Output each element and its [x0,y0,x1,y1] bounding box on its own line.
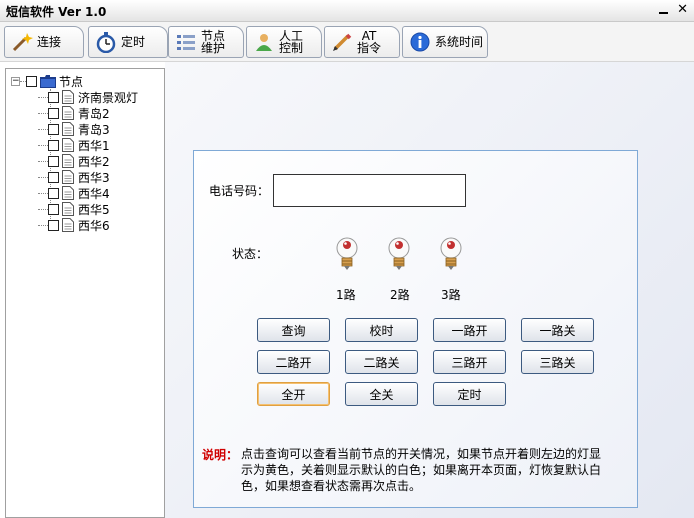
tab-node-maintenance[interactable]: 节点 维护 [168,26,244,58]
tree-item-label: 济南景观灯 [78,90,139,105]
all-off-button[interactable]: 全关 [345,382,418,406]
tree-item[interactable]: 青岛3 [38,121,110,137]
route-label-1: 1路 [336,288,356,302]
route2-on-button[interactable]: 二路开 [257,350,330,374]
tree-item[interactable]: 青岛2 [38,105,110,121]
minimize-icon[interactable] [658,2,670,18]
tree-item-label: 青岛3 [78,122,110,137]
tab-label: 连接 [37,35,62,49]
title-bar: 短信软件 Ver 1.0 ✕ [0,0,694,22]
bulb-icon [336,237,358,270]
document-icon [62,90,74,104]
tree-checkbox[interactable] [48,91,59,103]
tab-label: 系统时间 [435,35,484,49]
tab-label: 定时 [121,35,146,49]
folder-icon [40,74,56,88]
tree-item[interactable]: 西华1 [38,137,110,153]
query-button[interactable]: 查询 [257,318,330,342]
tab-manual-control[interactable]: 人工 控制 [246,26,322,58]
tree-expander[interactable]: − [11,76,20,86]
tree-checkbox[interactable] [48,187,59,199]
all-on-button[interactable]: 全开 [257,382,330,406]
tree-item[interactable]: 西华5 [38,201,110,217]
node-tree[interactable]: − 节点 济南景观灯 青岛2 青岛3 西华1 西华2 西华3 西华4 西华5 西… [5,68,165,518]
window-title: 短信软件 Ver 1.0 [6,5,107,19]
route3-off-button[interactable]: 三路关 [521,350,594,374]
pencil-icon [330,30,354,54]
tree-checkbox[interactable] [26,75,37,87]
tree-checkbox[interactable] [48,203,59,215]
phone-input[interactable] [273,174,466,207]
wand-icon [10,30,34,54]
tree-item-label: 西华6 [78,218,110,233]
note-label: 说明： [202,448,239,462]
route2-off-button[interactable]: 二路关 [345,350,418,374]
tree-checkbox[interactable] [48,171,59,183]
tree-item-label: 青岛2 [78,106,110,121]
bulb-icon [440,237,462,270]
tree-checkbox[interactable] [48,139,59,151]
document-icon [62,122,74,136]
tab-system-time[interactable]: 系统时间 [402,26,488,58]
tree-item[interactable]: 西华6 [38,217,110,233]
tree-checkbox[interactable] [48,123,59,135]
route-label-3: 3路 [441,288,461,302]
document-icon [62,186,74,200]
tree-root-label: 节点 [59,74,84,89]
document-icon [62,154,74,168]
tree-checkbox[interactable] [48,155,59,167]
tree-item[interactable]: 西华2 [38,153,110,169]
tree-root[interactable]: − 节点 [11,73,83,89]
calibrate-time-button[interactable]: 校时 [345,318,418,342]
tree-item-label: 西华1 [78,138,110,153]
tree-item[interactable]: 西华4 [38,185,110,201]
tree-item-label: 西华5 [78,202,110,217]
info-icon [408,30,432,54]
bulb-icon [388,237,410,270]
document-icon [62,170,74,184]
tree-item[interactable]: 济南景观灯 [38,89,138,105]
tree-checkbox[interactable] [48,219,59,231]
tab-label: AT 指令 [357,29,382,55]
tab-connect[interactable]: 连接 [4,26,84,58]
tree-item-label: 西华2 [78,154,110,169]
close-icon[interactable]: ✕ [677,2,688,18]
toolbar: 连接 定时 节点 维护 人工 控制 AT 指令 系统时间 [0,22,694,62]
tab-label: 节点 维护 [201,29,226,55]
note-text: 点击查询可以查看当前节点的开关情况，如果节点开着则左边的灯显示为黄色，关着则显示… [241,447,602,493]
document-icon [62,202,74,216]
tree-item[interactable]: 西华3 [38,169,110,185]
document-icon [62,218,74,232]
route1-on-button[interactable]: 一路开 [433,318,506,342]
tab-label: 人工 控制 [279,29,304,55]
route3-on-button[interactable]: 三路开 [433,350,506,374]
document-icon [62,138,74,152]
tab-timer[interactable]: 定时 [88,26,168,58]
tree-item-label: 西华3 [78,170,110,185]
document-icon [62,106,74,120]
route1-off-button[interactable]: 一路关 [521,318,594,342]
stopwatch-icon [94,30,118,54]
tree-item-label: 西华4 [78,186,110,201]
person-icon [252,30,276,54]
tree-checkbox[interactable] [48,107,59,119]
state-label: 状态： [232,247,269,261]
route-label-2: 2路 [390,288,410,302]
list-icon [174,30,198,54]
tab-at-command[interactable]: AT 指令 [324,26,400,58]
phone-label: 电话号码： [209,184,270,198]
timer-button[interactable]: 定时 [433,382,506,406]
